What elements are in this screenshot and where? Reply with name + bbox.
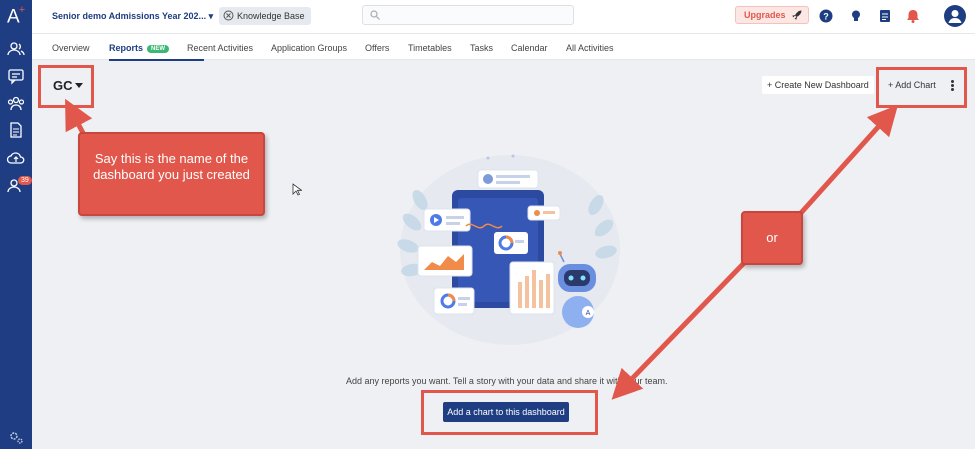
annotation-callout-dashboard-name: Say this is the name of the dashboard yo… [78, 132, 265, 216]
annotation-arrows [65, 98, 899, 400]
mouse-cursor-icon [292, 183, 302, 196]
annotation-callout-or: or [741, 211, 803, 265]
